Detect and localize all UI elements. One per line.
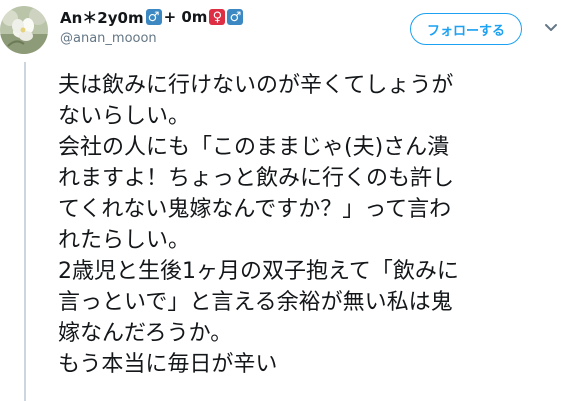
tweet-line: れますよ！ちょっと飲みに行くのも許し xyxy=(58,166,455,191)
male-sign-icon-2: ♂ xyxy=(227,9,244,25)
display-name[interactable]: An＊2y0m ♂ + 0m ♀ ♂ xyxy=(60,7,244,27)
tweet-header: An＊2y0m ♂ + 0m ♀ ♂ @anan_mooon フォローする xyxy=(60,7,570,51)
tweet-line: もう本当に毎日が辛い xyxy=(58,352,278,377)
follow-button[interactable]: フォローする xyxy=(410,13,522,45)
thread-line xyxy=(24,62,26,401)
user-handle[interactable]: @anan_mooon xyxy=(60,31,157,46)
tweet-line: 言っといで」と言える余裕が無い私は鬼 xyxy=(58,290,453,315)
male-sign-icon: ♂ xyxy=(145,9,162,25)
tweet-line: れたらしい。 xyxy=(58,228,191,253)
avatar-image xyxy=(0,6,48,54)
display-name-middle: + 0m xyxy=(163,8,208,26)
tweet-line: てくれない鬼嫁なんですか？」って言わ xyxy=(58,197,452,222)
tweet-line: 会社の人にも「このままじゃ(夫)さん潰 xyxy=(58,135,450,160)
chevron-down-icon[interactable] xyxy=(540,17,562,39)
tweet-text: 夫は飲みに行けないのが辛くてしょうが ないらしい。 会社の人にも「このままじゃ(… xyxy=(58,70,558,380)
female-sign-icon: ♀ xyxy=(209,9,226,25)
avatar[interactable] xyxy=(0,6,48,54)
display-name-prefix: An＊2y0m xyxy=(60,8,144,27)
tweet-line: ないらしい。 xyxy=(58,104,191,129)
tweet-line: 嫁なんだろうか。 xyxy=(58,321,233,346)
tweet-line: 2歳児と生後1ヶ月の双子抱えて「飲みに xyxy=(58,259,459,284)
tweet-line: 夫は飲みに行けないのが辛くてしょうが xyxy=(58,73,454,98)
